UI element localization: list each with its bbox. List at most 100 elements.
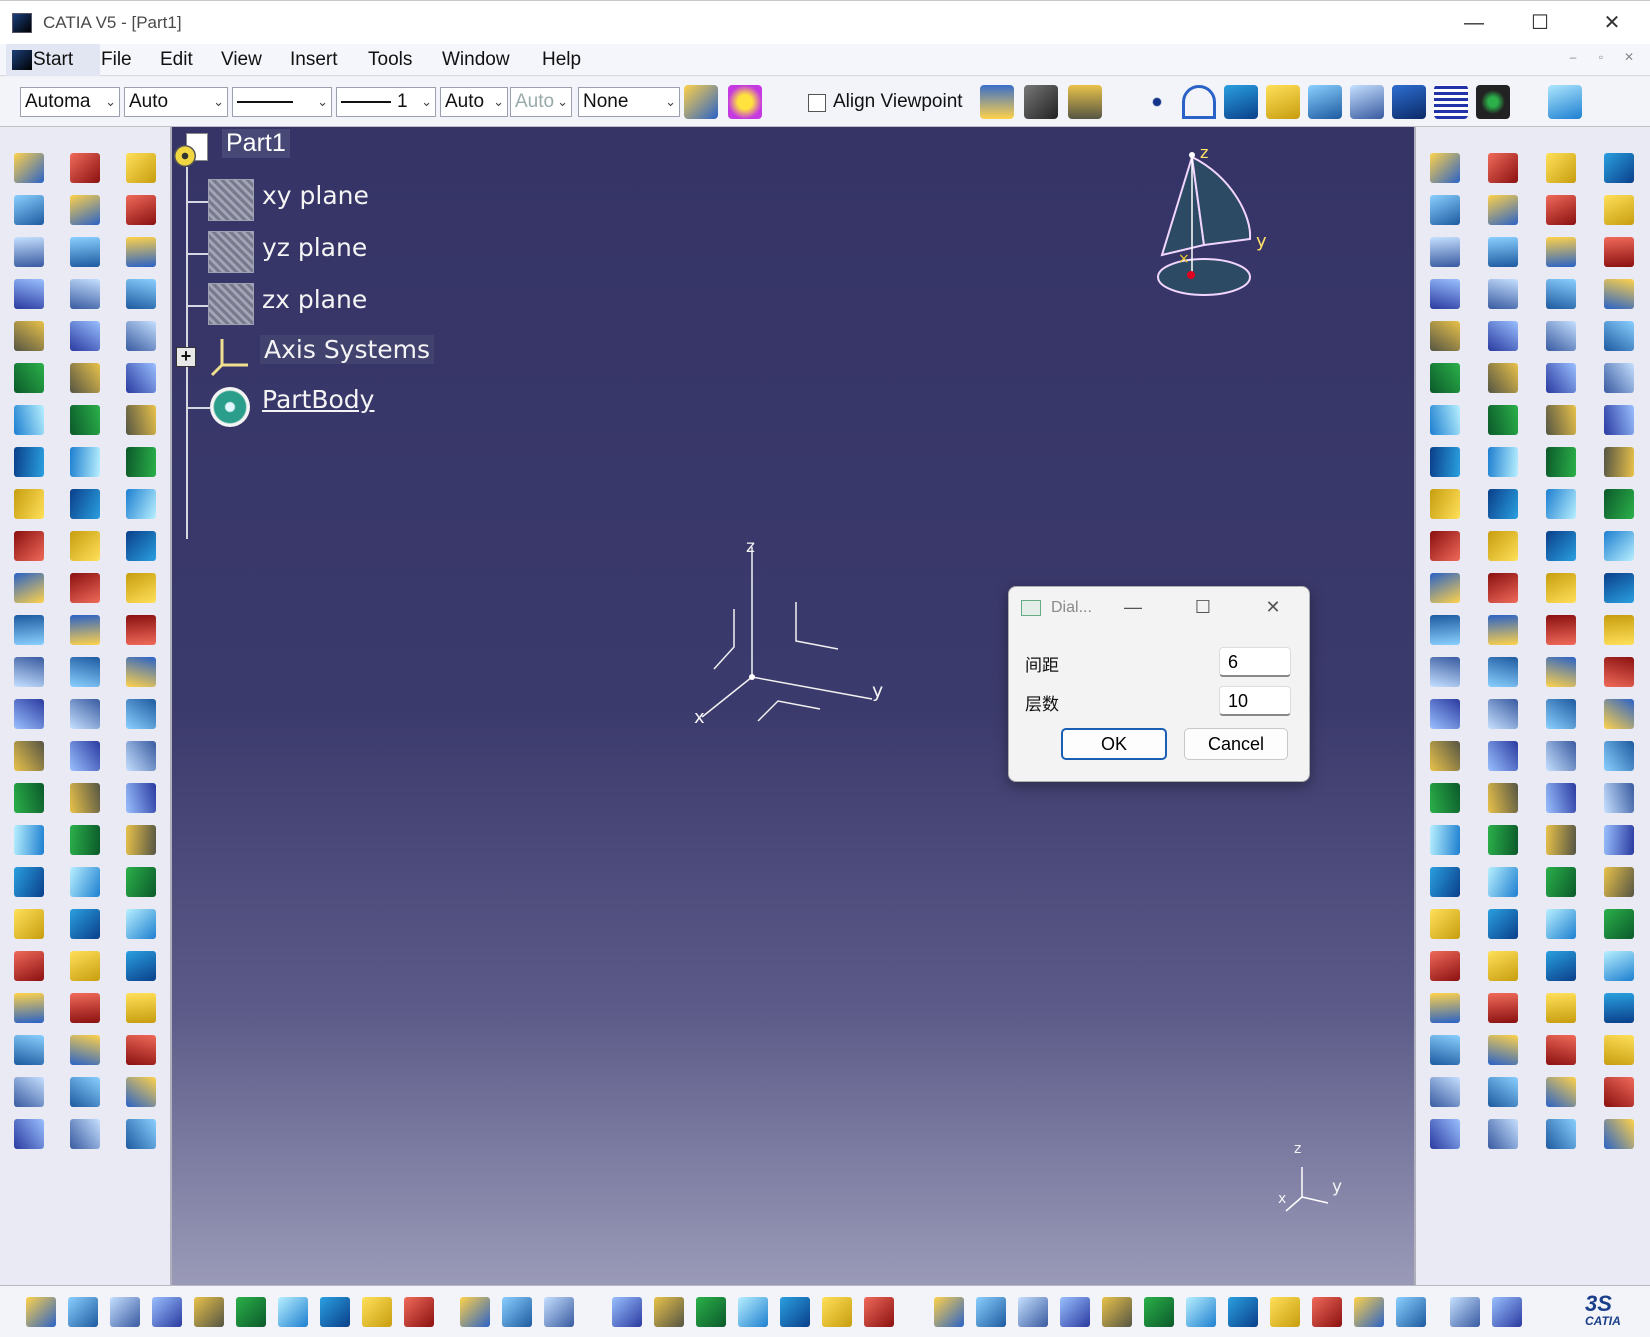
standard-tool-icon[interactable] xyxy=(236,1297,266,1327)
tool-icon[interactable] xyxy=(1546,195,1576,225)
tool-icon[interactable] xyxy=(1604,951,1634,981)
standard-tool-icon[interactable] xyxy=(1102,1297,1132,1327)
tool-icon[interactable] xyxy=(1604,489,1634,519)
cancel-button[interactable]: Cancel xyxy=(1184,728,1288,760)
tool-icon[interactable] xyxy=(1604,279,1634,309)
standard-tool-icon[interactable] xyxy=(1450,1297,1480,1327)
standard-tool-icon[interactable] xyxy=(976,1297,1006,1327)
standard-tool-icon[interactable] xyxy=(1060,1297,1090,1327)
point-icon[interactable] xyxy=(1140,85,1174,119)
standard-tool-icon[interactable] xyxy=(1492,1297,1522,1327)
tool-icon[interactable] xyxy=(1546,657,1576,687)
tool-icon[interactable] xyxy=(1604,573,1634,603)
tree-item-yz-plane[interactable]: yz plane xyxy=(262,233,367,262)
menu-window[interactable]: Window xyxy=(442,49,510,71)
tool-icon[interactable] xyxy=(126,867,156,897)
tool-icon[interactable] xyxy=(126,783,156,813)
tool-icon[interactable] xyxy=(1430,321,1460,351)
menu-help[interactable]: Help xyxy=(542,49,581,71)
tool-icon[interactable] xyxy=(14,783,44,813)
tool-icon[interactable] xyxy=(1604,825,1634,855)
close-button[interactable]: ✕ xyxy=(1582,7,1642,39)
tool-icon[interactable] xyxy=(126,741,156,771)
tool-icon[interactable] xyxy=(126,993,156,1023)
tree-root-part1[interactable]: Part1 xyxy=(222,129,290,158)
tool-icon[interactable] xyxy=(14,489,44,519)
tool-icon[interactable] xyxy=(126,615,156,645)
extrude-icon[interactable] xyxy=(1224,85,1258,119)
tool-icon[interactable] xyxy=(1430,237,1460,267)
tool-icon[interactable] xyxy=(70,279,100,309)
tool-icon[interactable] xyxy=(1430,153,1460,183)
standard-tool-icon[interactable] xyxy=(738,1297,768,1327)
tool-icon[interactable] xyxy=(1488,153,1518,183)
tool-icon[interactable] xyxy=(70,153,100,183)
tool-icon[interactable] xyxy=(126,1035,156,1065)
plane-icon[interactable] xyxy=(208,283,254,325)
standard-tool-icon[interactable] xyxy=(404,1297,434,1327)
tool-icon[interactable] xyxy=(70,867,100,897)
standard-tool-icon[interactable] xyxy=(1186,1297,1216,1327)
tool-icon[interactable] xyxy=(1604,867,1634,897)
standard-tool-icon[interactable] xyxy=(194,1297,224,1327)
tool-icon[interactable] xyxy=(1430,1077,1460,1107)
tool-icon[interactable] xyxy=(1488,363,1518,393)
tool-icon[interactable] xyxy=(1488,405,1518,435)
tool-icon[interactable] xyxy=(126,447,156,477)
part-icon[interactable] xyxy=(172,131,212,175)
tool-icon[interactable] xyxy=(1604,1035,1634,1065)
tool-icon[interactable] xyxy=(1488,279,1518,309)
measure-between-icon[interactable] xyxy=(980,85,1014,119)
menu-start[interactable]: Start xyxy=(6,44,100,76)
tool-icon[interactable] xyxy=(1546,867,1576,897)
tool-icon[interactable] xyxy=(1604,699,1634,729)
tool-icon[interactable] xyxy=(1604,405,1634,435)
tool-icon[interactable] xyxy=(1546,447,1576,477)
tool-icon[interactable] xyxy=(14,573,44,603)
dialog-close-button[interactable]: ✕ xyxy=(1253,593,1293,621)
standard-tool-icon[interactable] xyxy=(780,1297,810,1327)
tool-icon[interactable] xyxy=(14,531,44,561)
tool-icon[interactable] xyxy=(126,909,156,939)
tool-icon[interactable] xyxy=(14,279,44,309)
tool-icon[interactable] xyxy=(1604,447,1634,477)
transparency-combo[interactable]: Auto ⌄ xyxy=(124,87,228,117)
doc-restore-button[interactable]: ▫ xyxy=(1590,50,1612,70)
measure-inertia-icon[interactable] xyxy=(1068,85,1102,119)
tool-icon[interactable] xyxy=(1430,489,1460,519)
tool-icon[interactable] xyxy=(1430,867,1460,897)
tool-icon[interactable] xyxy=(126,405,156,435)
tool-icon[interactable] xyxy=(1546,909,1576,939)
tool-icon[interactable] xyxy=(14,1035,44,1065)
tool-icon[interactable] xyxy=(1546,321,1576,351)
tool-icon[interactable] xyxy=(70,447,100,477)
standard-tool-icon[interactable] xyxy=(864,1297,894,1327)
tool-icon[interactable] xyxy=(14,867,44,897)
align-viewpoint-checkbox[interactable] xyxy=(808,94,826,112)
tool-icon[interactable] xyxy=(126,237,156,267)
tool-icon[interactable] xyxy=(126,153,156,183)
tool-icon[interactable] xyxy=(14,405,44,435)
tool-icon[interactable] xyxy=(1546,1035,1576,1065)
render-style-icon[interactable] xyxy=(1392,85,1426,119)
tree-item-axis-systems[interactable]: Axis Systems xyxy=(260,335,435,364)
tool-icon[interactable] xyxy=(1430,1119,1460,1149)
tool-icon[interactable] xyxy=(1488,699,1518,729)
tool-icon[interactable] xyxy=(1546,699,1576,729)
plane-icon[interactable] xyxy=(208,231,254,273)
standard-tool-icon[interactable] xyxy=(320,1297,350,1327)
menu-insert[interactable]: Insert xyxy=(290,49,338,71)
tool-icon[interactable] xyxy=(1604,783,1634,813)
tree-item-xy-plane[interactable]: xy plane xyxy=(262,181,369,210)
tool-icon[interactable] xyxy=(1604,615,1634,645)
standard-tool-icon[interactable] xyxy=(934,1297,964,1327)
tool-icon[interactable] xyxy=(14,195,44,225)
tool-icon[interactable] xyxy=(14,237,44,267)
tool-icon[interactable] xyxy=(1604,195,1634,225)
dialog-minimize-button[interactable]: — xyxy=(1113,593,1153,621)
sketch-icon[interactable] xyxy=(1548,85,1582,119)
tool-icon[interactable] xyxy=(70,993,100,1023)
tool-icon[interactable] xyxy=(1546,951,1576,981)
tree-item-zx-plane[interactable]: zx plane xyxy=(262,285,367,314)
tool-icon[interactable] xyxy=(1546,237,1576,267)
